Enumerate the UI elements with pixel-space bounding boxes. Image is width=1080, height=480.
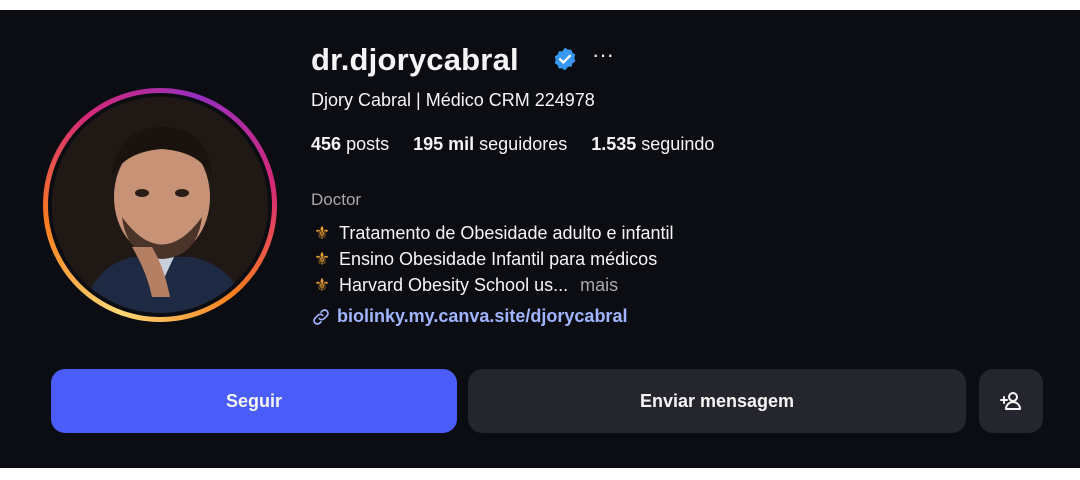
add-user-icon — [1000, 392, 1021, 410]
profile-category: Doctor — [311, 190, 362, 209]
verified-badge-icon — [554, 47, 576, 71]
bio-line: ⚜ Tratamento de Obesidade adulto e infan… — [311, 220, 674, 246]
bio-line: ⚜ Ensino Obesidade Infantil para médicos — [311, 246, 674, 272]
fleur-de-lis-icon: ⚜ — [313, 249, 331, 269]
username: dr.djorycabral — [311, 42, 519, 77]
bio: ⚜ Tratamento de Obesidade adulto e infan… — [311, 220, 674, 298]
profile-stats: 456 posts 195 mil seguidores 1.535 segui… — [311, 134, 714, 155]
posts-stat[interactable]: 456 posts — [311, 134, 389, 155]
send-message-button[interactable]: Enviar mensagem — [468, 369, 966, 433]
fleur-de-lis-icon: ⚜ — [313, 275, 331, 295]
avatar-photo-image — [52, 97, 268, 313]
avatar[interactable] — [52, 97, 268, 313]
suggested-accounts-button[interactable] — [979, 369, 1043, 433]
followers-stat[interactable]: 195 mil seguidores — [413, 134, 567, 155]
link-icon — [313, 308, 329, 325]
following-stat[interactable]: 1.535 seguindo — [591, 134, 714, 155]
fleur-de-lis-icon: ⚜ — [313, 223, 331, 243]
story-ring[interactable] — [43, 88, 277, 322]
bio-line: ⚜ Harvard Obesity School us... mais — [311, 272, 674, 298]
profile-link[interactable]: biolinky.my.canva.site/djorycabral — [311, 306, 627, 327]
profile-link-text: biolinky.my.canva.site/djorycabral — [337, 306, 628, 326]
bio-more-link[interactable]: mais — [580, 272, 618, 298]
follow-button[interactable]: Seguir — [51, 369, 457, 433]
full-name: Djory Cabral | Médico CRM 224978 — [311, 90, 595, 110]
profile-header: dr.djorycabral ··· Djory Cabral | Médico… — [0, 10, 1080, 468]
more-options-icon[interactable]: ··· — [592, 42, 614, 68]
